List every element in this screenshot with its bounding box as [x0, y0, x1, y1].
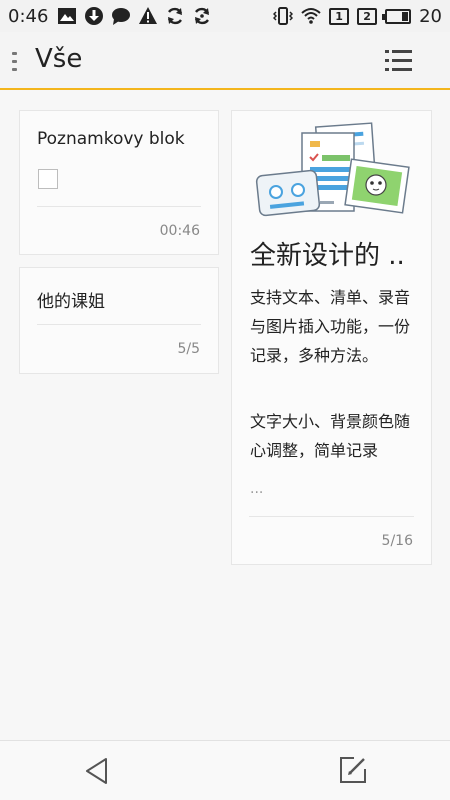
- note-card[interactable]: Poznamkovy blok 00:46: [19, 110, 219, 255]
- sim1-indicator: 1: [329, 7, 350, 25]
- list-menu-icon[interactable]: [384, 47, 414, 77]
- note-ellipsis: ...: [250, 481, 264, 497]
- note-card[interactable]: 全新设计的 .. 支持文本、清单、录音与图片插入功能，一份记录，多种方法。 文字…: [231, 110, 432, 565]
- note-divider: [249, 516, 414, 517]
- download-icon: [85, 7, 104, 25]
- note-card[interactable]: 他的课姐 5/5: [19, 267, 219, 374]
- note-checkbox[interactable]: [38, 169, 58, 189]
- note-date: 5/16: [381, 533, 413, 549]
- bottom-navigation-bar: [0, 740, 450, 800]
- status-time: 0:46: [8, 5, 49, 27]
- status-bar: 0:46 1 2 20: [0, 0, 450, 32]
- sync-icon: [168, 7, 183, 25]
- note-date: 5/5: [177, 341, 200, 357]
- vibrate-icon: [273, 7, 294, 25]
- note-title: 全新设计的 ..: [250, 241, 405, 271]
- warning-icon: [139, 7, 158, 24]
- battery-level: 20: [419, 5, 442, 27]
- note-title: 他的课姐: [37, 292, 105, 312]
- app-bar: Vše: [0, 32, 450, 90]
- drawer-handle-icon[interactable]: [12, 52, 20, 72]
- battery-icon: [382, 8, 412, 24]
- note-divider: [37, 206, 201, 207]
- wifi-icon: [301, 8, 321, 24]
- note-title: Poznamkovy blok: [37, 129, 185, 149]
- notes-grid: Poznamkovy blok 00:46 他的课姐 5/5 全新设计的 .. …: [0, 92, 450, 738]
- note-body-paragraph: 支持文本、清单、录音与图片插入功能，一份记录，多种方法。: [250, 288, 411, 365]
- note-divider: [37, 324, 201, 325]
- chat-icon: [112, 8, 131, 25]
- image-icon: [58, 8, 77, 24]
- page-title[interactable]: Vše: [35, 44, 82, 74]
- note-body-paragraph: 文字大小、背景颜色随心调整，简单记录: [250, 412, 411, 460]
- compose-icon[interactable]: [338, 755, 368, 785]
- note-timestamp: 00:46: [159, 223, 200, 239]
- sim2-indicator: 2: [357, 7, 378, 25]
- back-icon[interactable]: [84, 757, 110, 785]
- note-illustration: [255, 122, 410, 217]
- sync-icon: [195, 7, 210, 25]
